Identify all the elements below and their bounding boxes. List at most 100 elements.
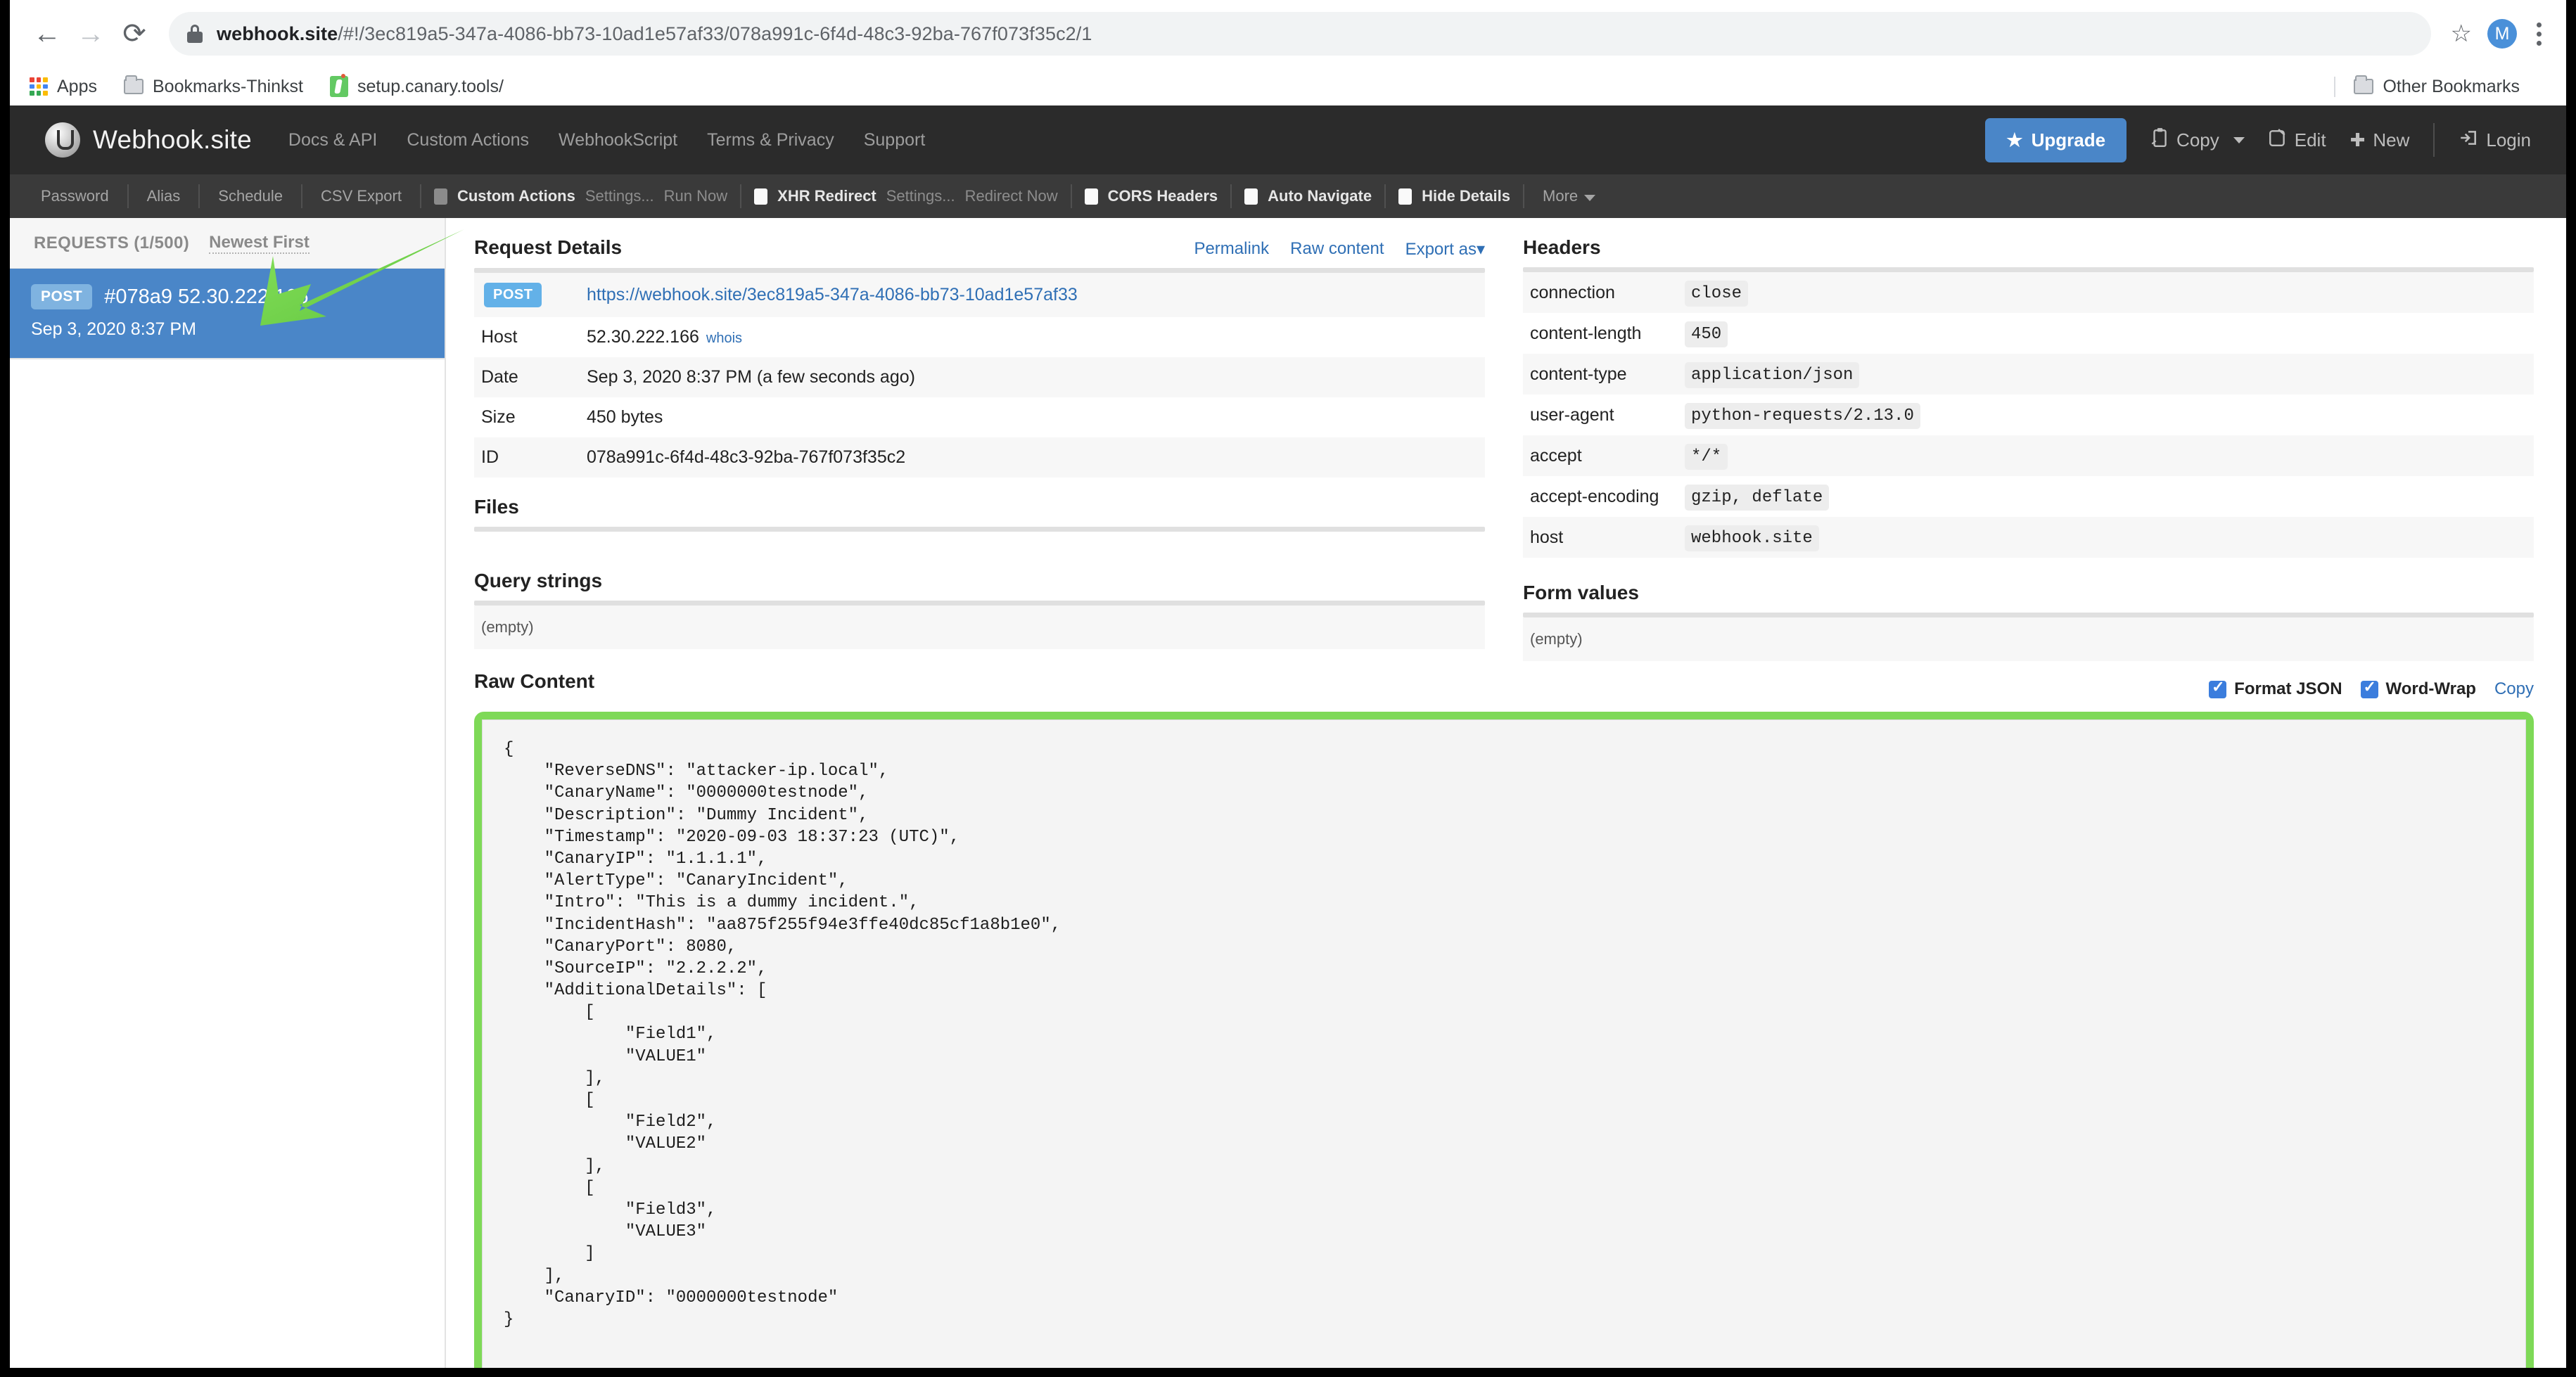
- request-url-link[interactable]: https://webhook.site/3ec819a5-347a-4086-…: [587, 285, 1078, 305]
- upgrade-button[interactable]: ★ Upgrade: [1985, 117, 2127, 162]
- app-content: REQUESTS (1/500) Newest First POST #078a…: [10, 218, 2566, 1368]
- new-label: New: [2373, 129, 2410, 150]
- star-icon: ★: [2006, 129, 2023, 150]
- table-row: Host 52.30.222.166 whois: [474, 317, 1485, 357]
- toolbar-alias[interactable]: Alias: [132, 187, 196, 205]
- bookmark-canary[interactable]: setup.canary.tools/: [329, 74, 504, 97]
- toolbar-auto-navigate-group[interactable]: Auto Navigate: [1235, 187, 1382, 205]
- request-details-links: Permalink Raw content Export as▾: [1194, 239, 1485, 260]
- word-wrap-checkbox[interactable]: [2360, 678, 2378, 698]
- header-value: gzip, deflate: [1685, 485, 1830, 511]
- host-key: Host: [481, 327, 518, 347]
- nav-link-docs-api[interactable]: Docs & API: [288, 130, 377, 150]
- toolbar-more[interactable]: More: [1527, 187, 1611, 205]
- request-list-item[interactable]: POST #078a9 52.30.222.166 Sep 3, 2020 8:…: [10, 269, 445, 359]
- address-bar[interactable]: webhook.site/#!/3ec819a5-347a-4086-bb73-…: [169, 12, 2431, 56]
- request-item-id: #078a9 52.30.222.166: [104, 285, 309, 308]
- new-button[interactable]: ✚ New: [2350, 129, 2410, 151]
- header-value: webhook.site: [1685, 525, 1819, 551]
- toolbar-custom-actions-group: Custom Actions Settings... Run Now: [424, 187, 737, 205]
- section-rule: [1523, 613, 2534, 617]
- other-bookmarks[interactable]: Other Bookmarks: [2334, 75, 2520, 97]
- header-key: content-length: [1530, 323, 1642, 343]
- toolbar-divider: [1070, 184, 1072, 208]
- auto-navigate-label: Auto Navigate: [1268, 187, 1372, 205]
- header-key: accept-encoding: [1530, 486, 1659, 506]
- toolbar-cors-group[interactable]: CORS Headers: [1075, 187, 1228, 205]
- nav-link-custom-actions[interactable]: Custom Actions: [407, 130, 529, 150]
- toolbar-divider: [198, 184, 200, 208]
- xhr-settings-link[interactable]: Settings...: [886, 187, 955, 205]
- table-row: user-agent python-requests/2.13.0: [1523, 395, 2534, 435]
- nav-link-terms-privacy[interactable]: Terms & Privacy: [707, 130, 834, 150]
- toolbar-divider: [301, 184, 303, 208]
- table-row: content-type application/json: [1523, 354, 2534, 395]
- back-icon[interactable]: ←: [25, 12, 69, 56]
- bookmark-thinkst[interactable]: Bookmarks-Thinkst: [123, 75, 303, 97]
- header-key: host: [1530, 527, 1564, 547]
- raw-content-body[interactable]: { "ReverseDNS": "attacker-ip.local", "Ca…: [482, 719, 2526, 1368]
- nav-link-webhookscript[interactable]: WebhookScript: [559, 130, 677, 150]
- toolbar-password[interactable]: Password: [25, 187, 125, 205]
- raw-content-link[interactable]: Raw content: [1290, 239, 1384, 260]
- kebab-menu-icon[interactable]: [2527, 22, 2551, 46]
- raw-content-options: Format JSON Word-Wrap Copy: [1523, 678, 2534, 699]
- app-navbar: Webhook.site Docs & API Custom Actions W…: [10, 105, 2566, 174]
- header-value-cell: python-requests/2.13.0: [1685, 395, 2534, 435]
- bookmark-apps[interactable]: Apps: [30, 77, 97, 97]
- canary-icon: [329, 74, 348, 97]
- table-row: content-length 450: [1523, 313, 2534, 354]
- hide-details-checkbox[interactable]: [1398, 188, 1413, 205]
- brand-logo-link[interactable]: Webhook.site: [45, 122, 252, 158]
- app-toolbar: Password Alias Schedule CSV Export Custo…: [10, 174, 2566, 218]
- toolbar-schedule[interactable]: Schedule: [203, 187, 298, 205]
- toolbar-xhr-redirect-group: XHR Redirect Settings... Redirect Now: [744, 187, 1067, 205]
- bookmark-star-icon[interactable]: ☆: [2451, 20, 2472, 48]
- custom-actions-checkbox[interactable]: [433, 188, 447, 205]
- run-now-link[interactable]: Run Now: [664, 187, 727, 205]
- toolbar-hide-details-group[interactable]: Hide Details: [1389, 187, 1520, 205]
- format-json-label: Format JSON: [2234, 679, 2342, 698]
- auto-navigate-checkbox[interactable]: [1244, 188, 1258, 205]
- header-value: */*: [1685, 444, 1728, 470]
- format-json-toggle[interactable]: Format JSON: [2209, 678, 2342, 699]
- header-value: close: [1685, 281, 1749, 307]
- custom-actions-settings-link[interactable]: Settings...: [585, 187, 654, 205]
- reload-icon[interactable]: ⟳: [113, 12, 156, 56]
- request-method-cell: POST: [474, 273, 587, 317]
- xhr-redirect-checkbox[interactable]: [754, 188, 768, 205]
- word-wrap-toggle[interactable]: Word-Wrap: [2360, 678, 2476, 699]
- plus-icon: ✚: [2349, 129, 2366, 150]
- header-key: connection: [1530, 282, 1615, 302]
- folder-icon: [2354, 75, 2374, 94]
- files-title: Files: [474, 496, 519, 518]
- copy-button[interactable]: Copy: [2150, 127, 2245, 153]
- permalink-link[interactable]: Permalink: [1194, 239, 1269, 260]
- nav-divider: [2433, 123, 2435, 157]
- avatar[interactable]: M: [2487, 19, 2517, 49]
- forward-icon[interactable]: →: [69, 12, 113, 56]
- cors-headers-checkbox[interactable]: [1084, 188, 1098, 205]
- brand-title: Webhook.site: [93, 125, 252, 154]
- edit-label: Edit: [2294, 129, 2326, 150]
- toolbar-divider: [1384, 184, 1386, 208]
- table-row: connection close: [1523, 272, 2534, 313]
- requests-sort-toggle[interactable]: Newest First: [209, 233, 310, 254]
- whois-link[interactable]: whois: [706, 331, 742, 346]
- export-as-link[interactable]: Export as▾: [1405, 239, 1485, 260]
- request-details-title: Request Details: [474, 236, 623, 258]
- edit-button[interactable]: Edit: [2269, 128, 2326, 153]
- left-column: Request Details Permalink Raw content Ex…: [474, 236, 1485, 699]
- query-strings-title: Query strings: [474, 570, 603, 591]
- format-json-checkbox[interactable]: [2209, 678, 2227, 698]
- header-value: application/json: [1685, 362, 1860, 388]
- date-key: Date: [481, 367, 518, 387]
- copy-raw-content-link[interactable]: Copy: [2494, 679, 2534, 699]
- header-value-cell: application/json: [1685, 354, 2534, 395]
- login-button[interactable]: Login: [2459, 128, 2531, 153]
- header-key: accept: [1530, 445, 1582, 466]
- nav-link-support[interactable]: Support: [864, 130, 926, 150]
- toolbar-csv-export[interactable]: CSV Export: [305, 187, 417, 205]
- redirect-now-link[interactable]: Redirect Now: [965, 187, 1058, 205]
- section-rule: [1523, 267, 2534, 272]
